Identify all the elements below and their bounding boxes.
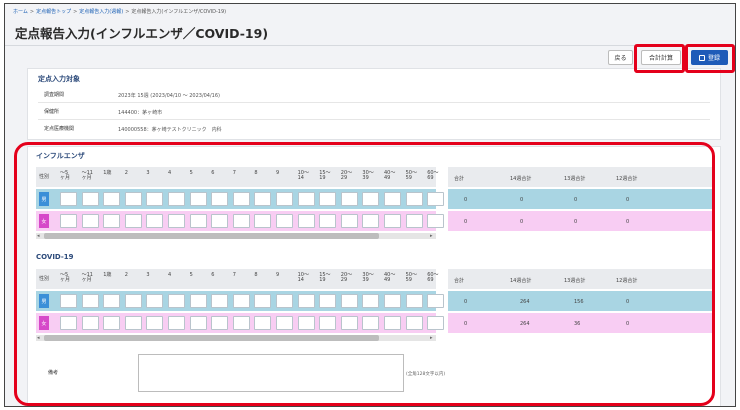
period-value: 2023年 15週 (2023/04/10 〜 2023/04/16)	[118, 93, 220, 99]
highlight-register-button	[685, 44, 735, 73]
highlight-sum-button	[634, 44, 685, 73]
institution-label: 定点医療機関	[44, 126, 75, 132]
target-title: 定点入力対象	[38, 75, 80, 83]
institution-value: 140000558：茅ヶ崎テストクリニック 内科	[118, 127, 222, 133]
breadcrumb: ホーム > 定点報告トップ > 定点報告入力(週報) > 定点報告入力(インフルエンザ/CO…	[13, 9, 227, 15]
breadcrumb-report-top[interactable]: 定点報告トップ	[36, 9, 71, 15]
app-frame: ホーム > 定点報告トップ > 定点報告入力(週報) > 定点報告入力(インフルエンザ/CO…	[4, 3, 736, 407]
back-button[interactable]: 戻る	[608, 50, 633, 65]
breadcrumb-weekly[interactable]: 定点報告入力(週報)	[79, 9, 123, 15]
period-label: 調査期間	[44, 92, 65, 98]
highlight-entry-area	[14, 142, 715, 406]
title-divider	[5, 45, 735, 46]
breadcrumb-home[interactable]: ホーム	[13, 9, 28, 15]
breadcrumb-current: 定点報告入力(インフルエンザ/COVID-19)	[131, 9, 227, 15]
page-title: 定点報告入力(インフルエンザ／COVID-19)	[15, 26, 269, 41]
health-center-value: 144400：茅ヶ崎市	[118, 110, 163, 116]
target-card: 定点入力対象 調査期間 2023年 15週 (2023/04/10 〜 2023…	[27, 68, 721, 140]
health-center-label: 保健所	[44, 109, 60, 115]
